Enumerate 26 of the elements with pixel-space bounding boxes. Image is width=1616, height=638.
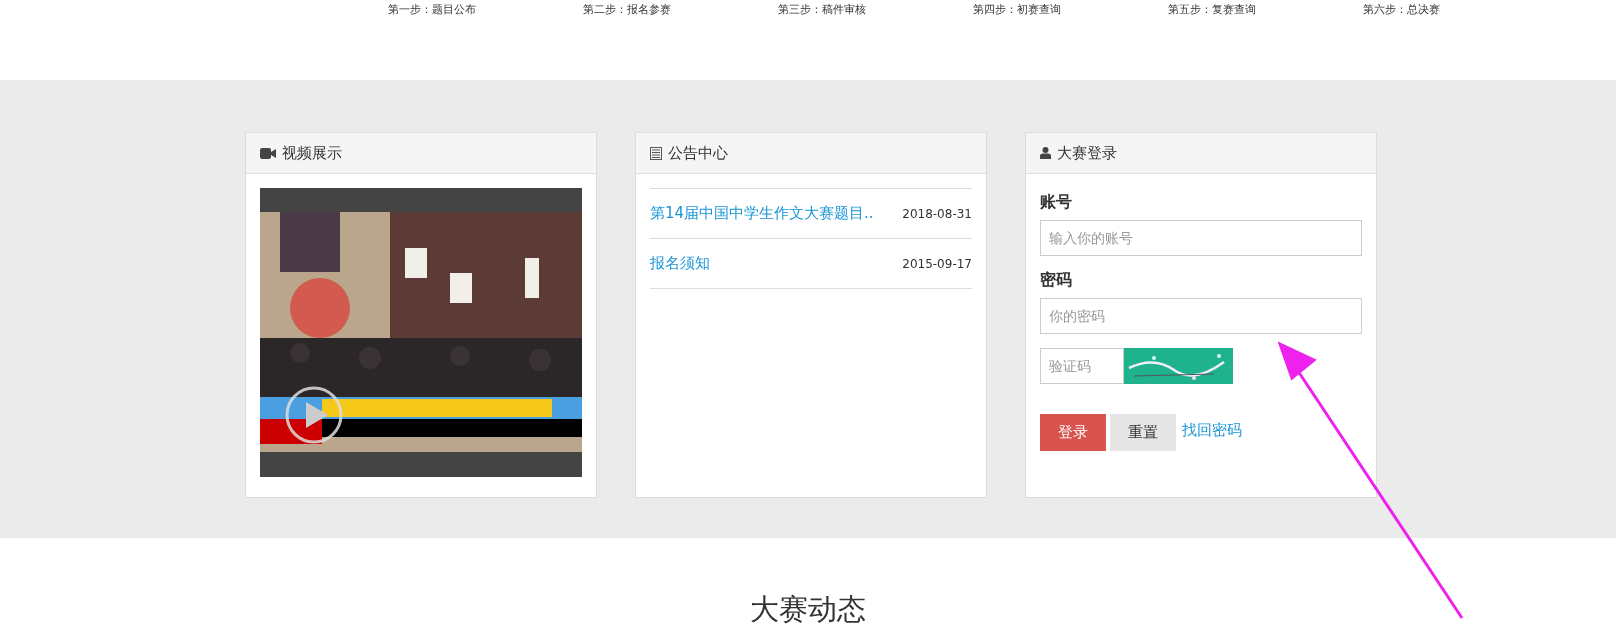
captcha-field[interactable]: 验证码 bbox=[1040, 348, 1124, 384]
reset-button[interactable]: 重置 bbox=[1110, 414, 1176, 451]
field-label: 账号 bbox=[1040, 192, 1073, 213]
panel-title: 公告中心 bbox=[668, 143, 728, 163]
account-field[interactable]: 输入你的账号 bbox=[1040, 220, 1362, 256]
panel-title: 视频展示 bbox=[282, 143, 342, 163]
notice-date: 2018-08-31 bbox=[902, 206, 972, 221]
play-icon[interactable] bbox=[284, 385, 344, 445]
forgot-password-link[interactable]: 找回密码 bbox=[1182, 421, 1242, 440]
password-field[interactable]: 你的密码 bbox=[1040, 298, 1362, 334]
login-button[interactable]: 登录 bbox=[1040, 414, 1106, 451]
step-label: 第五步：复赛查询 bbox=[1168, 2, 1256, 17]
notice-date: 2015-09-17 bbox=[902, 256, 972, 271]
calendar-icon bbox=[650, 146, 662, 160]
field-label: 密码 bbox=[1040, 270, 1073, 291]
step-label: 第三步：稿件审核 bbox=[778, 2, 866, 17]
notice-link[interactable]: 报名须知 bbox=[650, 254, 710, 273]
video-camera-icon bbox=[260, 147, 276, 159]
step-label: 第二步：报名参赛 bbox=[583, 2, 671, 17]
step-label: 第一步：题目公布 bbox=[388, 2, 476, 17]
section-heading: 大赛动态 bbox=[749, 591, 867, 628]
step-label: 第四步：初赛查询 bbox=[973, 2, 1061, 17]
user-icon bbox=[1040, 147, 1051, 159]
notice-link[interactable]: 第14届中国中学生作文大赛题目.. bbox=[650, 204, 874, 223]
panel-title: 大赛登录 bbox=[1057, 143, 1117, 163]
step-label: 第六步：总决赛 bbox=[1363, 2, 1440, 17]
